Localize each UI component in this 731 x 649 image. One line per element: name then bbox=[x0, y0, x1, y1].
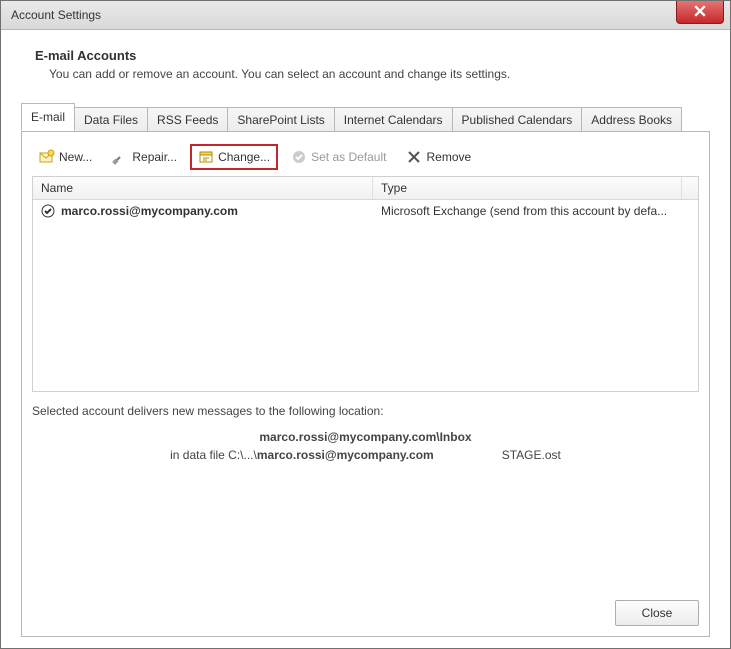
reorder-arrows bbox=[490, 149, 524, 165]
dialog-body: E-mail Accounts You can add or remove an… bbox=[1, 30, 730, 649]
window-title: Account Settings bbox=[1, 8, 101, 22]
repair-button[interactable]: Repair... bbox=[105, 145, 184, 169]
tab-published-calendars[interactable]: Published Calendars bbox=[452, 107, 583, 132]
tab-panel-email: New... Repair... Change... bbox=[21, 131, 710, 637]
close-icon bbox=[694, 5, 706, 20]
remove-icon bbox=[406, 149, 422, 165]
header-title: E-mail Accounts bbox=[35, 48, 704, 63]
account-type: Microsoft Exchange (send from this accou… bbox=[373, 200, 698, 222]
move-down-button bbox=[508, 149, 524, 165]
delivery-info: Selected account delivers new messages t… bbox=[32, 404, 699, 462]
datafile-prefix: in data file C:\...\ bbox=[170, 448, 257, 462]
tab-data-files[interactable]: Data Files bbox=[74, 107, 148, 132]
account-name: marco.rossi@mycompany.com bbox=[61, 204, 238, 218]
tab-label: SharePoint Lists bbox=[237, 113, 324, 127]
tab-internet-calendars[interactable]: Internet Calendars bbox=[334, 107, 453, 132]
change-icon bbox=[198, 149, 214, 165]
column-header-spacer bbox=[682, 177, 698, 199]
repair-icon bbox=[112, 149, 128, 165]
accounts-list[interactable]: Name Type marco.rossi@mycompany.com Micr… bbox=[32, 176, 699, 392]
delivery-folder-suffix: \Inbox bbox=[436, 430, 471, 444]
repair-label: Repair... bbox=[132, 150, 177, 164]
remove-label: Remove bbox=[426, 150, 471, 164]
datafile-name: marco.rossi@mycompany.com bbox=[257, 448, 434, 462]
column-header-name[interactable]: Name bbox=[33, 177, 373, 199]
toolbar: New... Repair... Change... bbox=[32, 142, 699, 176]
column-header-type[interactable]: Type bbox=[373, 177, 682, 199]
new-button[interactable]: New... bbox=[32, 145, 99, 169]
close-button[interactable]: Close bbox=[615, 600, 699, 626]
header-section: E-mail Accounts You can add or remove an… bbox=[21, 48, 710, 97]
delivery-account: marco.rossi@mycompany.com bbox=[259, 430, 436, 444]
default-account-icon bbox=[41, 204, 55, 218]
delivery-intro: Selected account delivers new messages t… bbox=[32, 404, 699, 418]
window-close-button[interactable] bbox=[676, 1, 724, 24]
list-row[interactable]: marco.rossi@mycompany.com Microsoft Exch… bbox=[33, 200, 698, 222]
new-label: New... bbox=[59, 150, 92, 164]
dialog-footer: Close bbox=[32, 592, 699, 626]
move-up-button bbox=[490, 149, 506, 165]
new-mail-icon bbox=[39, 149, 55, 165]
tab-label: RSS Feeds bbox=[157, 113, 218, 127]
datafile-ost: STAGE.ost bbox=[502, 448, 561, 462]
header-description: You can add or remove an account. You ca… bbox=[35, 67, 704, 81]
tab-label: Published Calendars bbox=[462, 113, 573, 127]
account-settings-window: Account Settings E-mail Accounts You can… bbox=[0, 0, 731, 649]
tab-email[interactable]: E-mail bbox=[21, 103, 75, 131]
delivery-datafile-line: in data file C:\...\marco.rossi@mycompan… bbox=[32, 448, 699, 462]
check-circle-icon bbox=[291, 149, 307, 165]
set-default-button: Set as Default bbox=[284, 145, 393, 169]
tab-rss-feeds[interactable]: RSS Feeds bbox=[147, 107, 228, 132]
tab-address-books[interactable]: Address Books bbox=[581, 107, 682, 132]
set-default-label: Set as Default bbox=[311, 150, 386, 164]
tab-label: Data Files bbox=[84, 113, 138, 127]
remove-button[interactable]: Remove bbox=[399, 145, 478, 169]
tab-label: Internet Calendars bbox=[344, 113, 443, 127]
delivery-folder-line: marco.rossi@mycompany.com\Inbox bbox=[32, 430, 699, 444]
close-button-label: Close bbox=[642, 606, 673, 620]
change-label: Change... bbox=[218, 150, 270, 164]
tab-strip: E-mail Data Files RSS Feeds SharePoint L… bbox=[21, 103, 710, 131]
tab-label: Address Books bbox=[591, 113, 672, 127]
list-header: Name Type bbox=[33, 177, 698, 200]
change-button[interactable]: Change... bbox=[190, 144, 278, 170]
tab-label: E-mail bbox=[31, 110, 65, 124]
tab-sharepoint-lists[interactable]: SharePoint Lists bbox=[227, 107, 334, 132]
titlebar: Account Settings bbox=[1, 1, 730, 30]
